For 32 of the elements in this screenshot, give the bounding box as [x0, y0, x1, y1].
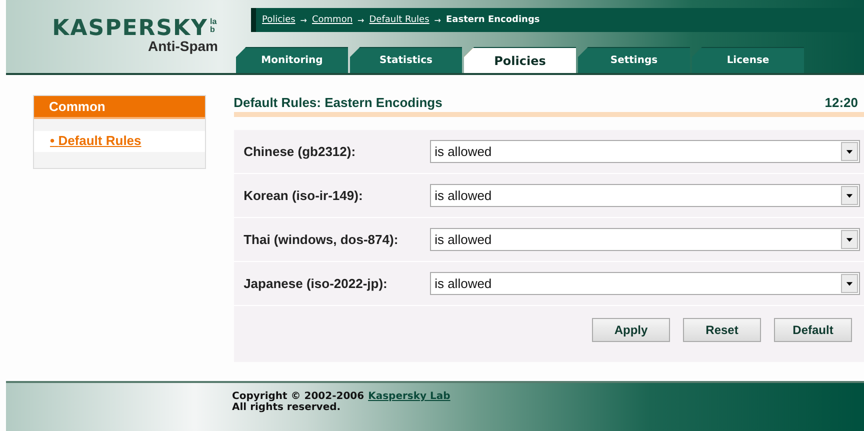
copyright-text: Copyright © 2002-2006 [232, 391, 364, 402]
breadcrumb-separator: → [300, 16, 307, 24]
nav-tab[interactable]: Statistics [350, 47, 462, 73]
rule-select[interactable]: is allowed [430, 272, 860, 295]
time-label: 12:20 [824, 95, 858, 110]
rule-select[interactable]: is allowed [430, 228, 860, 251]
breadcrumb-link[interactable]: Policies [262, 15, 296, 25]
nav-tab[interactable]: Settings [578, 47, 690, 73]
nav-tab[interactable]: Policies [464, 47, 576, 73]
rule-label: Chinese (gb2312): [244, 144, 357, 159]
product-name: Anti-Spam [148, 38, 218, 54]
breadcrumb-separator: → [358, 16, 364, 24]
page-title: Default Rules: Eastern Encodings [234, 95, 442, 110]
nav-tab[interactable]: Monitoring [236, 47, 348, 73]
breadcrumb-current: Eastern Encodings [446, 15, 540, 25]
rule-label: Japanese (iso-2022-jp): [244, 276, 388, 291]
rule-label: Thai (windows, dos-874): [244, 232, 400, 247]
breadcrumb-link[interactable]: Default Rules [369, 15, 430, 25]
rule-select[interactable]: is allowed [430, 184, 860, 207]
form-button[interactable]: Apply [592, 318, 670, 342]
nav-tab[interactable]: License [692, 47, 804, 73]
sidebar-title: Common [34, 96, 205, 119]
company-link[interactable]: Kaspersky Lab [368, 391, 450, 402]
breadcrumb-separator: → [434, 16, 441, 24]
logo-lab: lab [210, 18, 218, 34]
rule-label: Korean (iso-ir-149): [244, 188, 364, 203]
form-button[interactable]: Default [774, 318, 852, 342]
rights-text: All rights reserved. [232, 402, 341, 413]
breadcrumb-link[interactable]: Common [312, 15, 353, 25]
form-button[interactable]: Reset [683, 318, 761, 342]
logo-wordmark: KASPERSKY [52, 18, 208, 40]
rule-select[interactable]: is allowed [430, 140, 860, 163]
